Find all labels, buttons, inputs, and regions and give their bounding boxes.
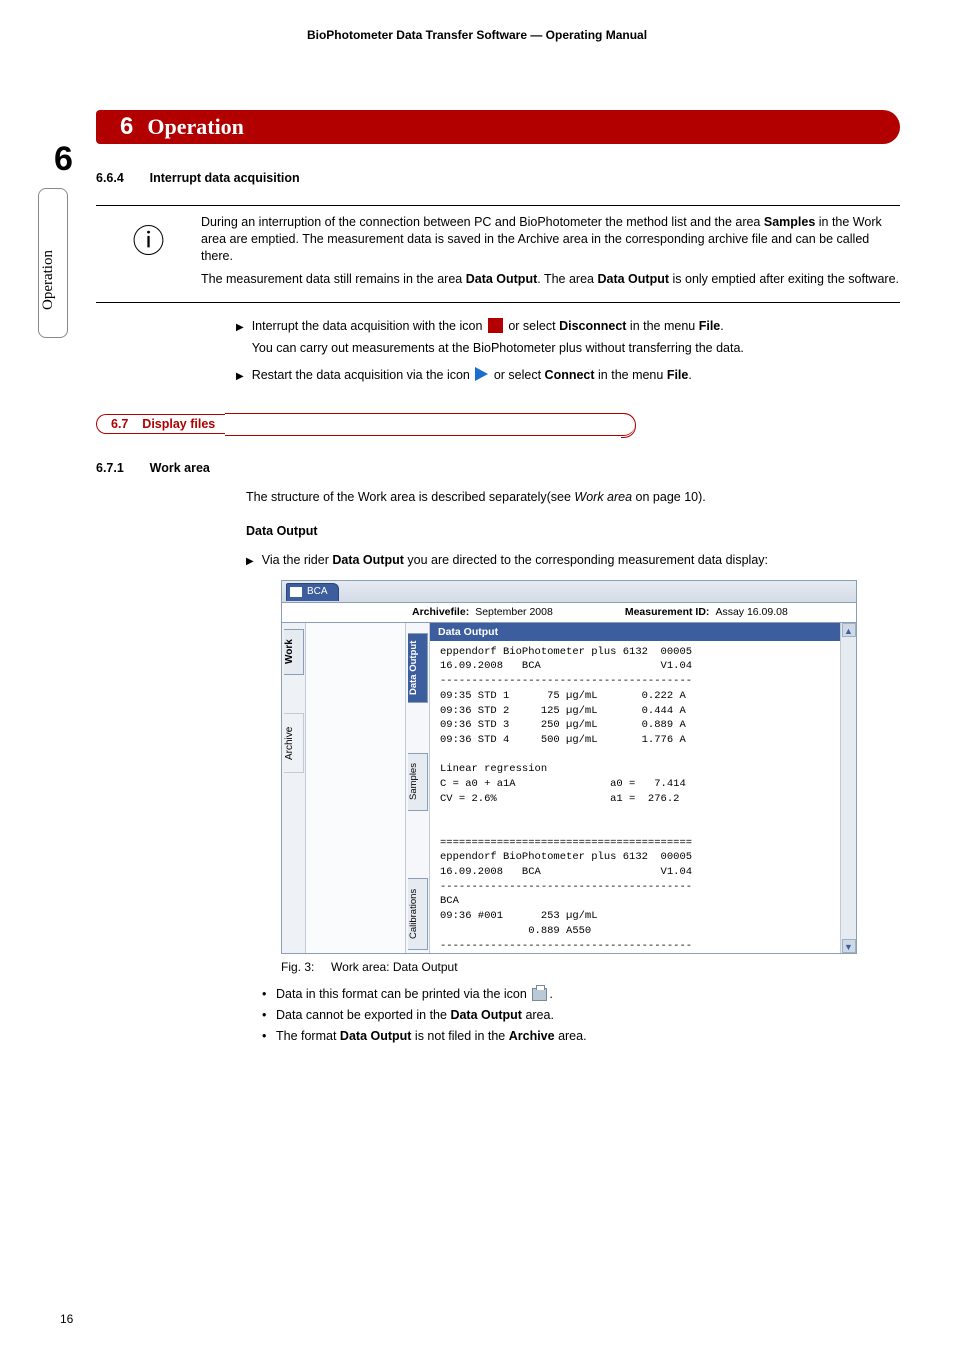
text-b: Data Output [332, 553, 404, 567]
bullet-list: Data in this format can be printed via t… [262, 984, 900, 1048]
step1-disconnect: Disconnect [559, 319, 626, 333]
info-p2-d: Data Output [597, 272, 669, 286]
section-title: Display files [142, 417, 215, 431]
info-p2-b: Data Output [466, 272, 538, 286]
screenshot-main-panel: Data Output eppendorf BioPhotometer plus… [430, 623, 840, 953]
workarea-intro: The structure of the Work area is descri… [246, 489, 900, 507]
step1-text-f: . [720, 319, 723, 333]
figure-caption: Fig. 3: Work area: Data Output [281, 960, 900, 974]
text-a: Via the rider [262, 553, 333, 567]
screenshot-tree-spacer [306, 623, 406, 953]
info-p1-b: Samples [764, 215, 815, 229]
section-pill-line [225, 413, 635, 436]
step2-text-f: . [688, 368, 691, 382]
step2-file: File [667, 368, 689, 382]
text-c: you are directed to the corresponding me… [404, 553, 768, 567]
screenshot-tab-bca[interactable]: BCA [286, 583, 339, 601]
margin-chapter-number: 6 [54, 140, 73, 179]
b2-a: Data cannot be exported in the [276, 1008, 450, 1022]
label-measurement-id: Measurement ID: [625, 606, 710, 618]
tab-archive[interactable]: Archive [284, 713, 304, 773]
play-icon [475, 367, 488, 381]
step2-connect: Connect [545, 368, 595, 382]
step2-text-a: Restart the data acquisition via the ico… [252, 368, 474, 382]
info-p1-a: During an interruption of the connection… [201, 215, 764, 229]
step2-text-b: or select [490, 368, 544, 382]
screenshot-data-output-text: eppendorf BioPhotometer plus 6132 00005 … [430, 641, 840, 953]
b1-b: . [549, 987, 552, 1001]
section-6-7-heading: 6.7 Display files [96, 413, 900, 436]
data-output-heading: Data Output [246, 524, 900, 538]
b3-b: Data Output [340, 1029, 412, 1043]
bullet-2: Data cannot be exported in the Data Outp… [262, 1005, 900, 1026]
b3-a: The format [276, 1029, 340, 1043]
text-b: Work area [574, 490, 632, 504]
stop-icon [488, 318, 503, 333]
tab-work[interactable]: Work [284, 629, 304, 675]
tab-data-output[interactable]: Data Output [408, 633, 428, 703]
info-p2-e: is only emptied after exiting the softwa… [669, 272, 899, 286]
b1-a: Data in this format can be printed via t… [276, 987, 530, 1001]
value-archivefile: September 2008 [475, 606, 553, 618]
info-text: During an interruption of the connection… [201, 214, 900, 294]
page-number: 16 [60, 1312, 73, 1326]
section-title: Work area [150, 461, 210, 475]
text-c: on page 10). [632, 490, 706, 504]
info-p2-c: . The area [537, 272, 597, 286]
section-number: 6.6.4 [96, 171, 146, 185]
section-6-6-4-heading: 6.6.4 Interrupt data acquisition [96, 170, 900, 185]
step1-text-d: in the menu [626, 319, 698, 333]
print-icon [532, 988, 547, 1001]
scrollbar[interactable]: ▲ ▼ [840, 623, 856, 953]
data-output-intro: Via the rider Data Output you are direct… [262, 552, 768, 570]
info-p2-a: The measurement data still remains in th… [201, 272, 466, 286]
info-note: ⓘ During an interruption of the connecti… [96, 205, 900, 303]
screenshot-panel-title: Data Output [430, 623, 840, 641]
scroll-down-icon[interactable]: ▼ [842, 939, 856, 953]
b2-b: Data Output [450, 1008, 522, 1022]
bullet-3: The format Data Output is not filed in t… [262, 1026, 900, 1047]
figure-label: Fig. 3: [281, 960, 314, 974]
step-bullet-icon: ▶ [236, 320, 244, 335]
bullet-1: Data in this format can be printed via t… [262, 984, 900, 1005]
chapter-banner-number: 6 [96, 113, 147, 141]
step2-text-d: in the menu [595, 368, 667, 382]
info-icon: ⓘ [96, 214, 201, 294]
figure-text: Work area: Data Output [331, 960, 458, 974]
section-6-7-1-heading: 6.7.1 Work area [96, 460, 900, 475]
section-number: 6.7 [111, 417, 128, 431]
step1-text-b: or select [505, 319, 559, 333]
screenshot-header-row: Archivefile: September 2008 Measurement … [282, 603, 856, 623]
step1-subtext: You can carry out measurements at the Bi… [252, 339, 744, 358]
tab-calibrations[interactable]: Calibrations [408, 878, 428, 950]
step1-file: File [699, 319, 721, 333]
chapter-banner: 6 Operation [96, 110, 900, 144]
b3-c: is not filed in the [411, 1029, 508, 1043]
chapter-banner-title: Operation [147, 114, 244, 140]
screenshot-tabbar: BCA [282, 581, 856, 603]
step-list: ▶ Interrupt the data acquisition with th… [236, 317, 900, 385]
screenshot-left-tabs: Work Archive [282, 623, 306, 953]
step1-text-a: Interrupt the data acquisition with the … [252, 319, 486, 333]
side-tab-label: Operation [40, 250, 57, 310]
tab-samples[interactable]: Samples [408, 753, 428, 811]
b3-e: area. [555, 1029, 587, 1043]
label-archivefile: Archivefile: [412, 606, 469, 618]
text-a: The structure of the Work area is descri… [246, 490, 574, 504]
screenshot-work-area: BCA Archivefile: September 2008 Measurem… [281, 580, 857, 954]
b2-c: area. [522, 1008, 554, 1022]
doc-header: BioPhotometer Data Transfer Software — O… [0, 28, 954, 42]
value-measurement-id: Assay 16.09.08 [715, 606, 787, 618]
screenshot-mid-tabs: Data Output Samples Calibrations [406, 623, 430, 953]
step-bullet-icon: ▶ [236, 369, 244, 384]
scroll-up-icon[interactable]: ▲ [842, 623, 856, 637]
b3-d: Archive [509, 1029, 555, 1043]
section-title: Interrupt data acquisition [150, 171, 300, 185]
section-number: 6.7.1 [96, 461, 146, 475]
step-bullet-icon: ▶ [246, 555, 254, 570]
